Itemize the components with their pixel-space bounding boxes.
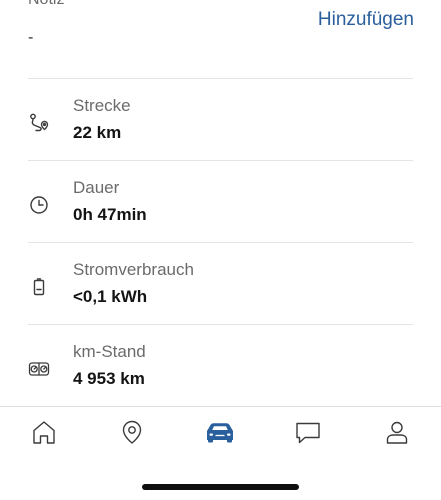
divider bbox=[28, 78, 413, 79]
chat-icon bbox=[293, 418, 323, 451]
tab-vehicle[interactable] bbox=[203, 418, 237, 450]
detail-label: km-Stand bbox=[73, 342, 146, 361]
detail-row-odometer: km-Stand 4 953 km bbox=[0, 326, 441, 406]
home-icon bbox=[30, 418, 58, 451]
detail-row-distance: Strecke 22 km bbox=[0, 80, 441, 160]
add-note-button[interactable]: Hinzufügen bbox=[318, 9, 414, 31]
detail-value: 22 km bbox=[73, 123, 122, 142]
tab-messages[interactable] bbox=[291, 418, 325, 450]
battery-icon bbox=[28, 276, 50, 298]
note-label: Notiz bbox=[28, 0, 64, 9]
trip-detail-screen: Notiz - Hinzufügen Strecke 22 km Dauer 0… bbox=[0, 0, 441, 500]
detail-label: Strecke bbox=[73, 96, 131, 115]
divider bbox=[28, 242, 413, 243]
home-indicator[interactable] bbox=[142, 484, 299, 490]
note-value: - bbox=[28, 29, 34, 46]
detail-label: Dauer bbox=[73, 178, 120, 197]
car-icon bbox=[204, 418, 236, 451]
detail-label: Stromverbrauch bbox=[73, 260, 194, 279]
map-pin-icon bbox=[118, 418, 146, 451]
divider bbox=[28, 324, 413, 325]
profile-icon bbox=[383, 418, 411, 451]
detail-row-energy: Stromverbrauch <0,1 kWh bbox=[0, 244, 441, 324]
detail-value: 4 953 km bbox=[73, 369, 145, 388]
tab-home[interactable] bbox=[27, 418, 61, 450]
detail-row-duration: Dauer 0h 47min bbox=[0, 162, 441, 242]
clock-icon bbox=[28, 194, 50, 216]
divider bbox=[28, 160, 413, 161]
route-icon bbox=[28, 112, 50, 134]
detail-value: 0h 47min bbox=[73, 205, 147, 224]
tabbar-divider bbox=[0, 406, 441, 407]
odometer-icon bbox=[28, 358, 50, 380]
tab-map[interactable] bbox=[115, 418, 149, 450]
tab-profile[interactable] bbox=[380, 418, 414, 450]
detail-value: <0,1 kWh bbox=[73, 287, 148, 306]
